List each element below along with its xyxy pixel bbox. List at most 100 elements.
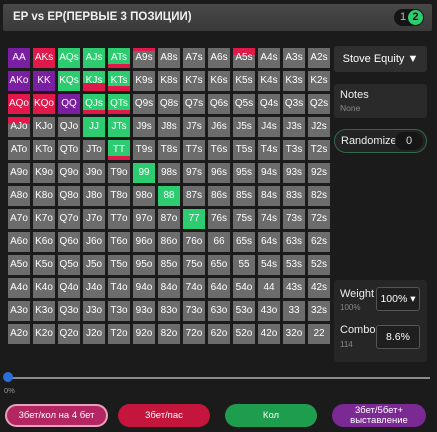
hand-cell[interactable]: A2o bbox=[8, 324, 30, 344]
hand-cell[interactable]: 62o bbox=[208, 324, 230, 344]
hand-cell[interactable]: Q5s bbox=[233, 94, 255, 114]
hand-cell[interactable]: K2o bbox=[33, 324, 55, 344]
hand-cell[interactable]: T4o bbox=[108, 278, 130, 298]
hand-cell[interactable]: J5s bbox=[233, 117, 255, 137]
hand-cell[interactable]: 65s bbox=[233, 232, 255, 252]
hand-cell[interactable]: A6o bbox=[8, 232, 30, 252]
hand-cell[interactable]: Q8s bbox=[158, 94, 180, 114]
hand-cell[interactable]: 44 bbox=[258, 278, 280, 298]
hand-cell[interactable]: K4s bbox=[258, 71, 280, 91]
hand-cell[interactable]: 94o bbox=[133, 278, 155, 298]
hand-cell[interactable]: 74o bbox=[183, 278, 205, 298]
hand-cell[interactable]: A8s bbox=[158, 48, 180, 68]
hand-cell[interactable]: K6s bbox=[208, 71, 230, 91]
page-toggle[interactable]: 1 2 bbox=[394, 9, 424, 26]
hand-cell[interactable]: J6s bbox=[208, 117, 230, 137]
hand-cell[interactable]: 92s bbox=[308, 163, 330, 183]
hand-cell[interactable]: 85o bbox=[158, 255, 180, 275]
hand-cell[interactable]: 93s bbox=[283, 163, 305, 183]
hand-cell[interactable]: 97o bbox=[133, 209, 155, 229]
hand-cell[interactable]: Q4o bbox=[58, 278, 80, 298]
hand-cell[interactable]: T3o bbox=[108, 301, 130, 321]
hand-cell[interactable]: Q5o bbox=[58, 255, 80, 275]
hand-cell[interactable]: JTo bbox=[83, 140, 105, 160]
hand-cell[interactable]: 52s bbox=[308, 255, 330, 275]
hand-cell[interactable]: Q3s bbox=[283, 94, 305, 114]
hand-cell[interactable]: 82s bbox=[308, 186, 330, 206]
hand-cell[interactable]: T2s bbox=[308, 140, 330, 160]
hand-cell[interactable]: K7s bbox=[183, 71, 205, 91]
hand-cell[interactable]: A7s bbox=[183, 48, 205, 68]
hand-cell[interactable]: 84o bbox=[158, 278, 180, 298]
hand-cell[interactable]: Q2o bbox=[58, 324, 80, 344]
hand-cell[interactable]: 53o bbox=[233, 301, 255, 321]
hand-cell[interactable]: Q6s bbox=[208, 94, 230, 114]
hand-cell[interactable]: TT bbox=[108, 140, 130, 160]
hand-cell[interactable]: J8o bbox=[83, 186, 105, 206]
hand-cell[interactable]: 54o bbox=[233, 278, 255, 298]
hand-cell[interactable]: 83s bbox=[283, 186, 305, 206]
hand-cell[interactable]: 86s bbox=[208, 186, 230, 206]
hand-cell[interactable]: 98s bbox=[158, 163, 180, 183]
hand-cell[interactable]: 82o bbox=[158, 324, 180, 344]
hand-cell[interactable]: Q6o bbox=[58, 232, 80, 252]
hand-cell[interactable]: 43s bbox=[283, 278, 305, 298]
hand-cell[interactable]: K5o bbox=[33, 255, 55, 275]
hand-cell[interactable]: J9o bbox=[83, 163, 105, 183]
hand-cell[interactable]: 66 bbox=[208, 232, 230, 252]
hand-cell[interactable]: 86o bbox=[158, 232, 180, 252]
hand-cell[interactable]: 73s bbox=[283, 209, 305, 229]
hand-cell[interactable]: 92o bbox=[133, 324, 155, 344]
hand-cell[interactable]: QTo bbox=[58, 140, 80, 160]
hand-cell[interactable]: 75s bbox=[233, 209, 255, 229]
hand-cell[interactable]: 73o bbox=[183, 301, 205, 321]
hand-cell[interactable]: A9s bbox=[133, 48, 155, 68]
hand-cell[interactable]: 52o bbox=[233, 324, 255, 344]
hand-cell[interactable]: J9s bbox=[133, 117, 155, 137]
hand-cell[interactable]: KJs bbox=[83, 71, 105, 91]
hand-cell[interactable]: K9s bbox=[133, 71, 155, 91]
hand-cell[interactable]: Q3o bbox=[58, 301, 80, 321]
hand-cell[interactable]: 98o bbox=[133, 186, 155, 206]
hand-cell[interactable]: 53s bbox=[283, 255, 305, 275]
3bet-fold-button[interactable]: 3бет/пас bbox=[118, 404, 210, 427]
hand-cell[interactable]: 97s bbox=[183, 163, 205, 183]
hand-cell[interactable]: 43o bbox=[258, 301, 280, 321]
hand-cell[interactable]: KTs bbox=[108, 71, 130, 91]
hand-cell[interactable]: JJ bbox=[83, 117, 105, 137]
hand-cell[interactable]: Q7o bbox=[58, 209, 80, 229]
hand-cell[interactable]: 87s bbox=[183, 186, 205, 206]
hand-cell[interactable]: KK bbox=[33, 71, 55, 91]
hand-cell[interactable]: J5o bbox=[83, 255, 105, 275]
hand-cell[interactable]: Q4s bbox=[258, 94, 280, 114]
hand-cell[interactable]: 22 bbox=[308, 324, 330, 344]
hand-cell[interactable]: J2o bbox=[83, 324, 105, 344]
hand-cell[interactable]: KQs bbox=[58, 71, 80, 91]
hand-cell[interactable]: J8s bbox=[158, 117, 180, 137]
3bet-call-4bet-button[interactable]: 3бет/кол на 4 бет bbox=[5, 404, 108, 427]
hand-cell[interactable]: 72o bbox=[183, 324, 205, 344]
hand-cell[interactable]: 64s bbox=[258, 232, 280, 252]
hand-cell[interactable]: ATo bbox=[8, 140, 30, 160]
hand-cell[interactable]: AKs bbox=[33, 48, 55, 68]
hand-cell[interactable]: 99 bbox=[133, 163, 155, 183]
hand-cell[interactable]: Q9s bbox=[133, 94, 155, 114]
hand-cell[interactable]: 65o bbox=[208, 255, 230, 275]
hand-cell[interactable]: 72s bbox=[308, 209, 330, 229]
hand-cell[interactable]: K7o bbox=[33, 209, 55, 229]
hand-cell[interactable]: 63o bbox=[208, 301, 230, 321]
weight-dropdown[interactable]: 100% ▾ bbox=[376, 287, 420, 311]
hand-cell[interactable]: QQ bbox=[58, 94, 80, 114]
hand-cell[interactable]: 84s bbox=[258, 186, 280, 206]
hand-cell[interactable]: QTs bbox=[108, 94, 130, 114]
hand-cell[interactable]: 96o bbox=[133, 232, 155, 252]
page-1-button[interactable]: 1 bbox=[400, 11, 406, 23]
hand-cell[interactable]: Q7s bbox=[183, 94, 205, 114]
stove-equity-dropdown[interactable]: Stove Equity ▼ bbox=[334, 46, 427, 72]
hand-cell[interactable]: A2s bbox=[308, 48, 330, 68]
hand-cell[interactable]: 85s bbox=[233, 186, 255, 206]
hand-cell[interactable]: K6o bbox=[33, 232, 55, 252]
hand-cell[interactable]: K8o bbox=[33, 186, 55, 206]
hand-cell[interactable]: A4o bbox=[8, 278, 30, 298]
hand-cell[interactable]: K2s bbox=[308, 71, 330, 91]
